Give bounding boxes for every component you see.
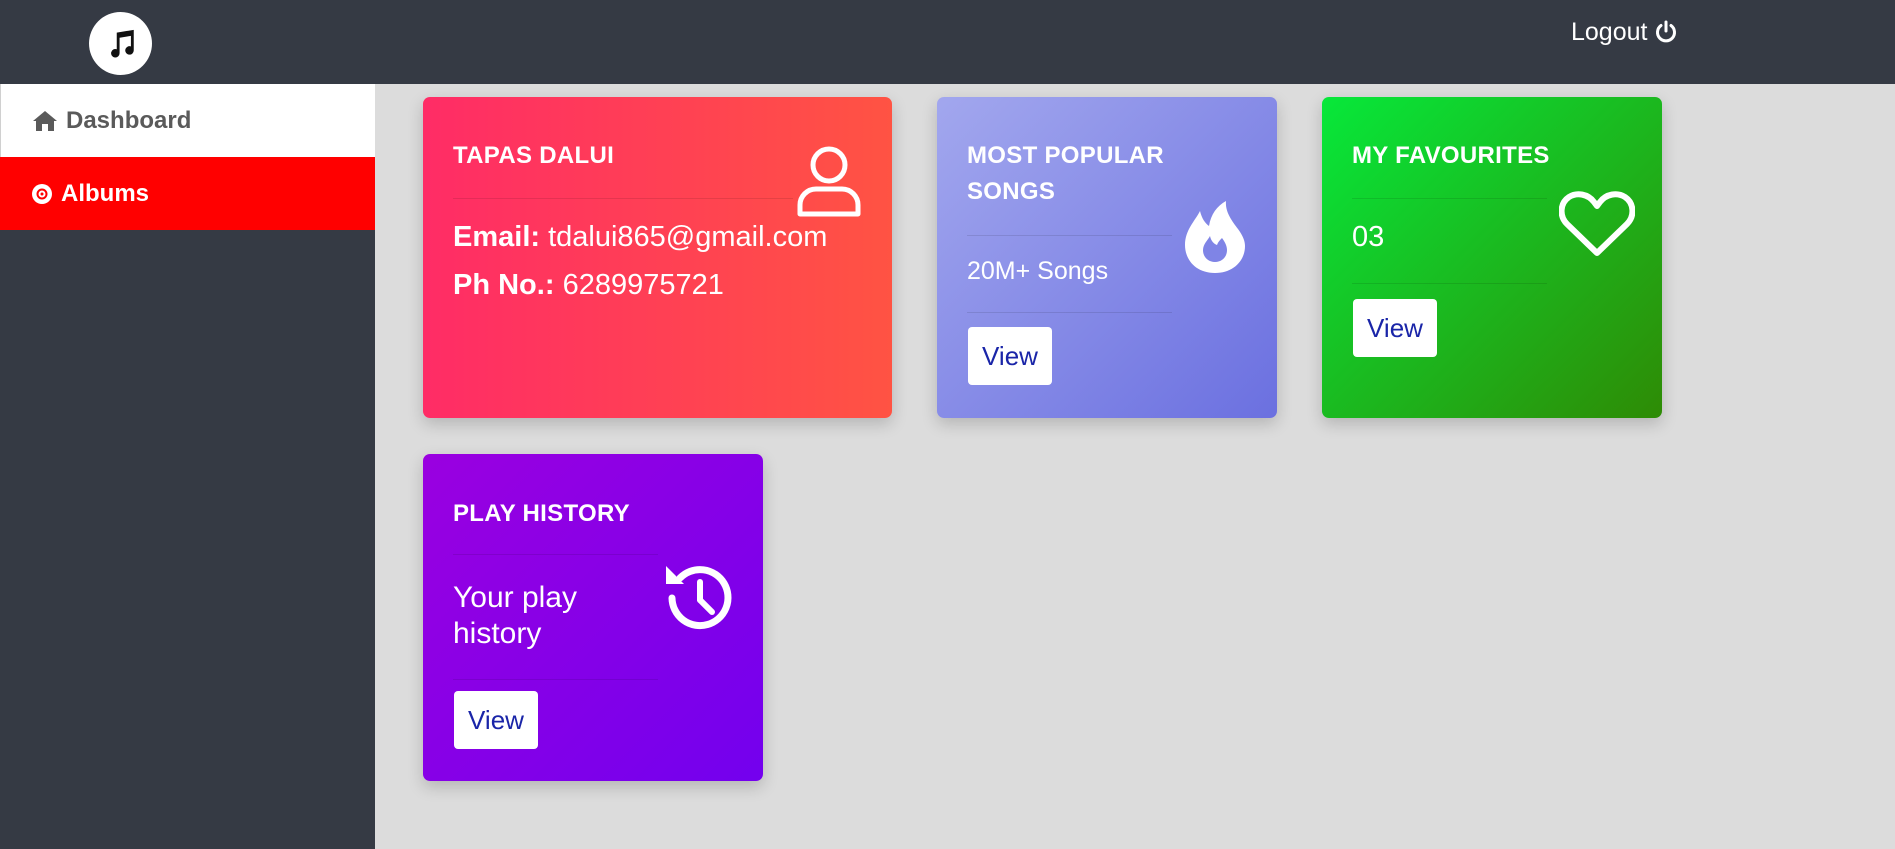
history-text-line2: history xyxy=(453,617,542,650)
favourites-card: MY FAVOURITES 03 View xyxy=(1322,97,1662,418)
popular-title-line2: SONGS xyxy=(967,178,1056,205)
history-icon xyxy=(666,566,732,630)
divider xyxy=(453,198,793,199)
phone-value: 6289975721 xyxy=(562,269,724,301)
sidebar-item-dashboard[interactable]: Dashboard xyxy=(0,84,375,157)
history-text-line1: Your play xyxy=(453,581,577,614)
user-icon xyxy=(797,146,861,217)
sidebar: Dashboard Albums xyxy=(0,84,375,849)
profile-phone: Ph No.: 6289975721 xyxy=(453,269,724,302)
email-value: tdalui865@gmail.com xyxy=(548,221,828,253)
logout-button[interactable]: Logout xyxy=(1571,14,1678,50)
power-icon xyxy=(1656,20,1677,43)
divider xyxy=(967,235,1172,236)
divider xyxy=(453,679,658,680)
history-text: Your play history xyxy=(453,580,577,652)
popular-view-button[interactable]: View xyxy=(968,327,1052,385)
popular-title: MOST POPULAR SONGS xyxy=(967,138,1164,210)
heart-icon xyxy=(1559,191,1635,256)
profile-name: TAPAS DALUI xyxy=(453,142,615,169)
app-logo[interactable] xyxy=(89,12,152,75)
divider xyxy=(967,312,1172,313)
top-bar: Logout xyxy=(0,0,1895,84)
phone-label: Ph No.: xyxy=(453,269,555,301)
history-title: PLAY HISTORY xyxy=(453,500,630,527)
sidebar-item-albums[interactable]: Albums xyxy=(0,157,375,230)
profile-email: Email: tdalui865@gmail.com xyxy=(453,221,827,254)
email-label: Email: xyxy=(453,221,541,253)
fire-icon xyxy=(1185,201,1245,273)
popular-subtitle: 20M+ Songs xyxy=(967,257,1109,285)
popular-songs-card: MOST POPULAR SONGS 20M+ Songs View xyxy=(937,97,1277,418)
divider xyxy=(453,554,658,555)
logout-label: Logout xyxy=(1571,17,1648,46)
home-icon xyxy=(33,110,57,131)
profile-card: TAPAS DALUI Email: tdalui865@gmail.com P… xyxy=(423,97,892,418)
music-note-icon xyxy=(110,29,134,57)
history-view-button[interactable]: View xyxy=(454,691,538,749)
favourites-count: 03 xyxy=(1352,221,1385,253)
sidebar-item-label: Dashboard xyxy=(66,106,192,134)
divider xyxy=(1352,283,1547,284)
divider xyxy=(1352,198,1547,199)
play-history-card: PLAY HISTORY Your play history View xyxy=(423,454,763,781)
favourites-view-button[interactable]: View xyxy=(1353,299,1437,357)
favourites-title: MY FAVOURITES xyxy=(1352,142,1550,169)
popular-title-line1: MOST POPULAR xyxy=(967,142,1164,169)
sidebar-item-label: Albums xyxy=(61,179,150,207)
disc-icon xyxy=(32,183,52,204)
